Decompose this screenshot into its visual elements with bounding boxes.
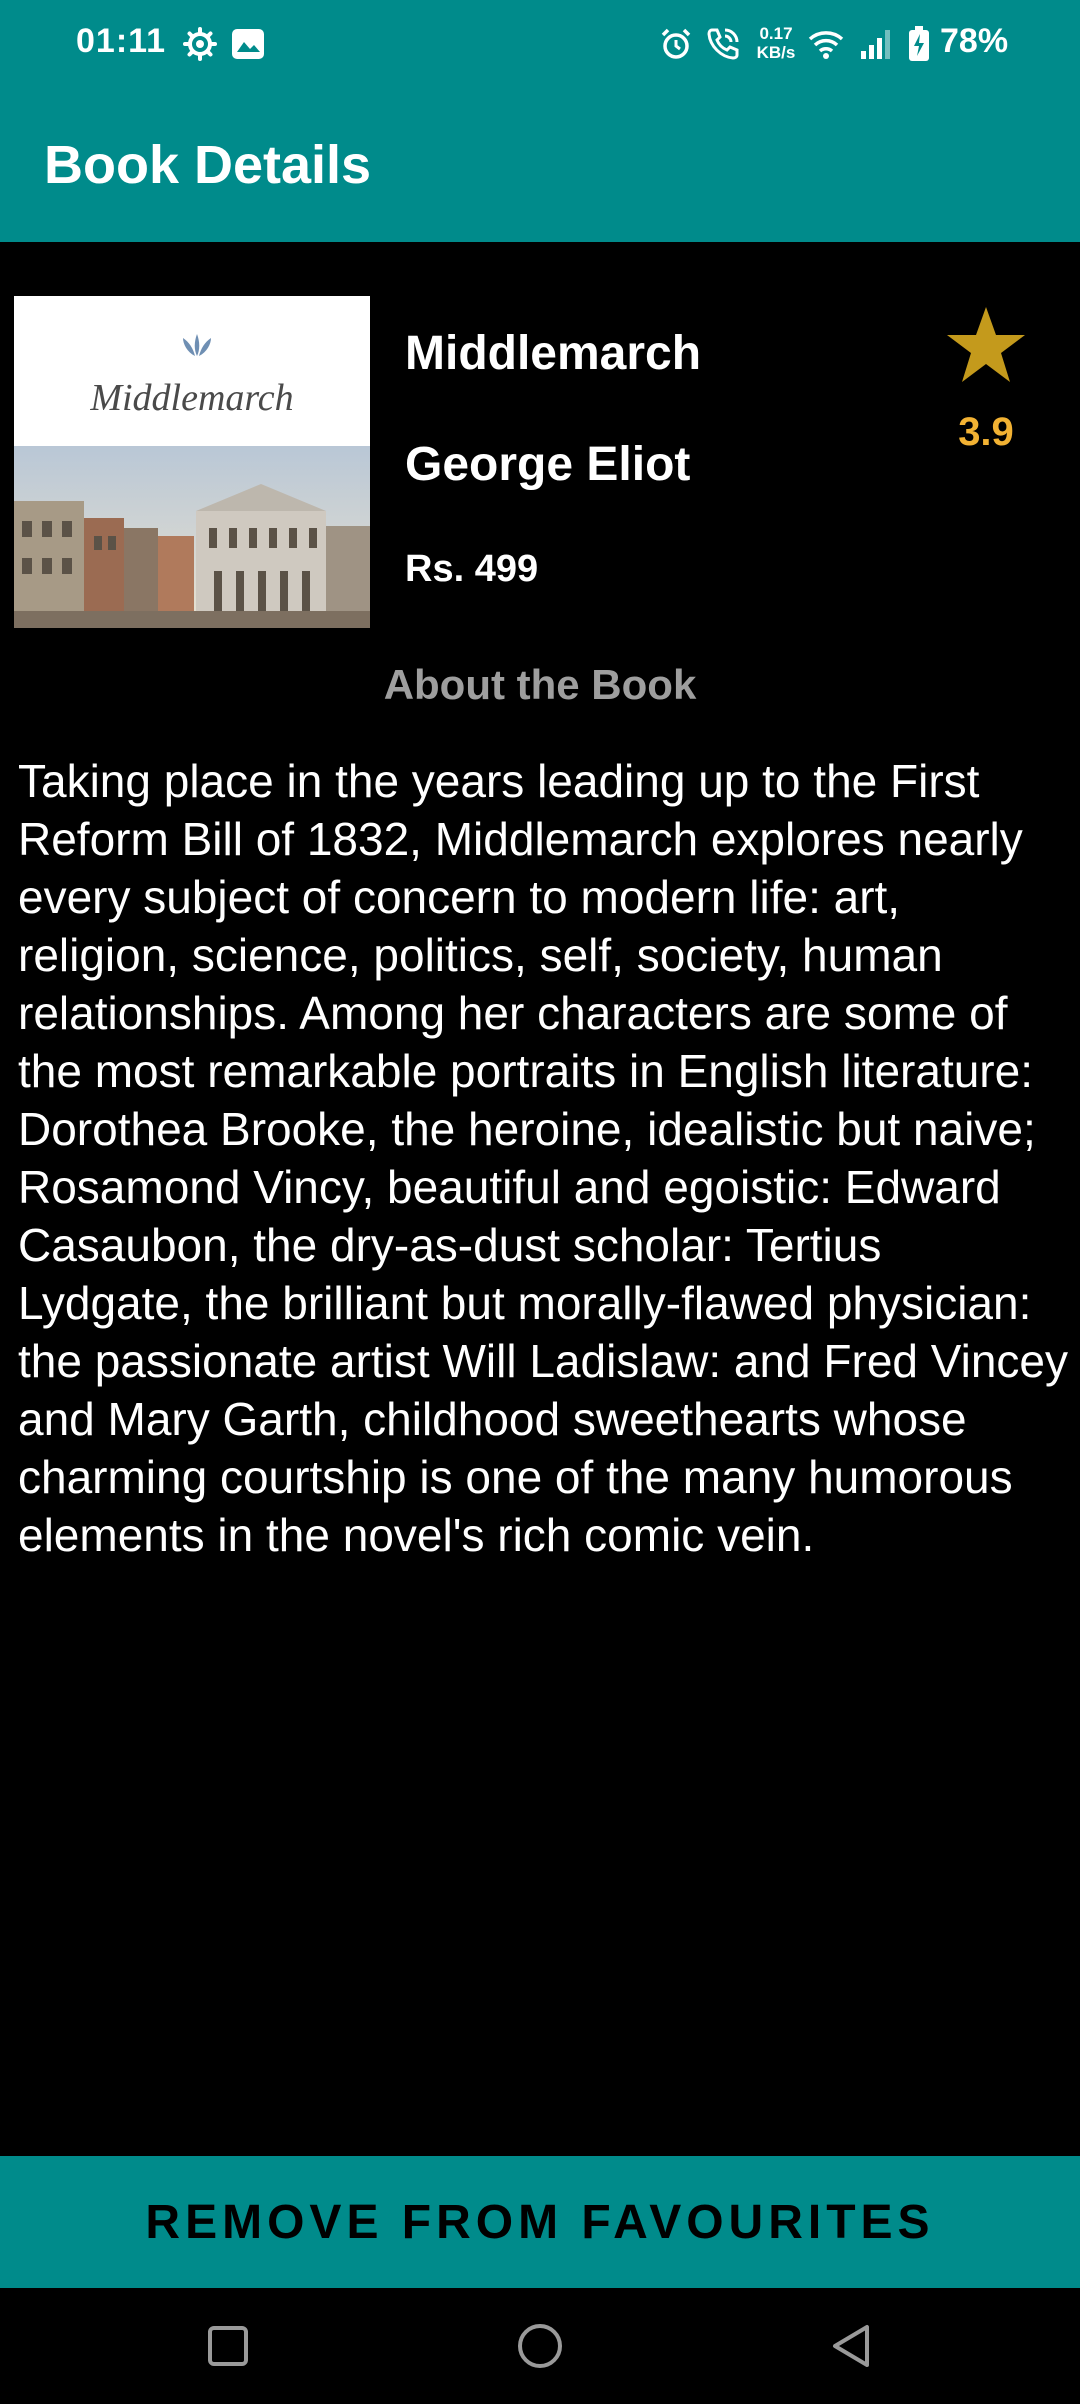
network-speed-unit: KB/s [756, 43, 796, 62]
gallery-icon [228, 24, 268, 64]
wifi-icon [806, 24, 846, 64]
navigation-bar [0, 2288, 1080, 2404]
signal-icon [856, 24, 896, 64]
settings-icon [180, 24, 220, 64]
home-icon[interactable] [510, 2316, 570, 2376]
cover-title-text: Middlemarch [90, 377, 294, 419]
book-rating: 3.9 [958, 410, 1014, 454]
alarm-icon [656, 24, 696, 64]
back-icon[interactable] [822, 2316, 882, 2376]
book-price: Rs. 499 [405, 548, 539, 590]
book-cover-image: Middlemarch [14, 296, 370, 628]
book-title: Middlemarch [405, 327, 702, 380]
network-speed-value: 0.17 [759, 24, 793, 43]
star-icon [944, 303, 1028, 387]
book-author: George Eliot [405, 438, 691, 491]
page-title: Book Details [44, 135, 372, 195]
battery-percent: 78% [940, 22, 1009, 60]
recents-icon[interactable] [198, 2316, 258, 2376]
book-description: Taking place in the years leading up to … [18, 755, 1069, 1561]
book-details-screen: 01:11 0.17 KB/s 78% Book Details Middlem… [0, 0, 1080, 2404]
battery-charging-icon [904, 24, 934, 64]
remove-from-favourites-label: REMOVE FROM FAVOURITES [145, 2195, 935, 2249]
wifi-call-icon [702, 24, 744, 64]
about-heading: About the Book [383, 661, 697, 708]
top-bar: 01:11 0.17 KB/s 78% Book Details [0, 0, 1080, 242]
status-time: 01:11 [76, 22, 167, 60]
remove-from-favourites-button[interactable]: REMOVE FROM FAVOURITES [0, 2156, 1080, 2288]
network-speed: 0.17 KB/s [754, 24, 798, 62]
status-bar: 01:11 0.17 KB/s 78% [0, 0, 1080, 90]
